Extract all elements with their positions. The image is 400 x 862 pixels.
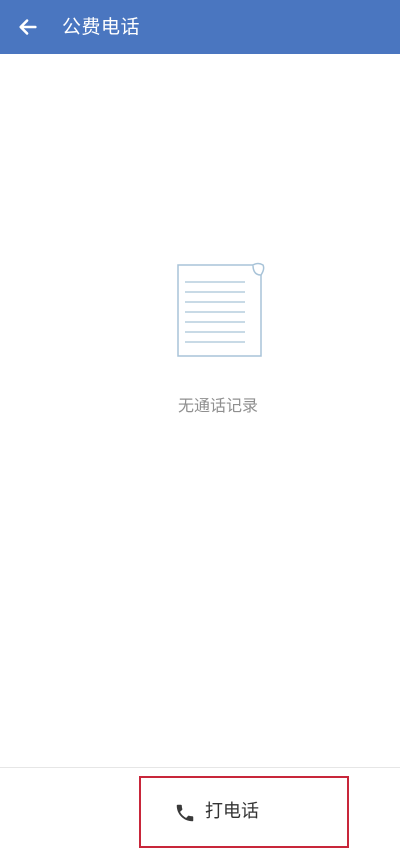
app-bar: 公费电话 — [0, 0, 400, 54]
call-button-label: 打电话 — [205, 801, 259, 822]
arrow-left-icon — [19, 19, 37, 35]
call-button[interactable]: 打电话 — [139, 776, 349, 848]
screen: 公费电话 无通话记录 打电话 — [0, 0, 400, 862]
document-icon — [177, 262, 265, 357]
back-button[interactable] — [14, 13, 42, 41]
phone-icon — [176, 804, 194, 822]
empty-message: 无通话记录 — [177, 396, 258, 415]
page-title: 公费电话 — [62, 16, 141, 38]
bottom-divider — [0, 767, 400, 768]
